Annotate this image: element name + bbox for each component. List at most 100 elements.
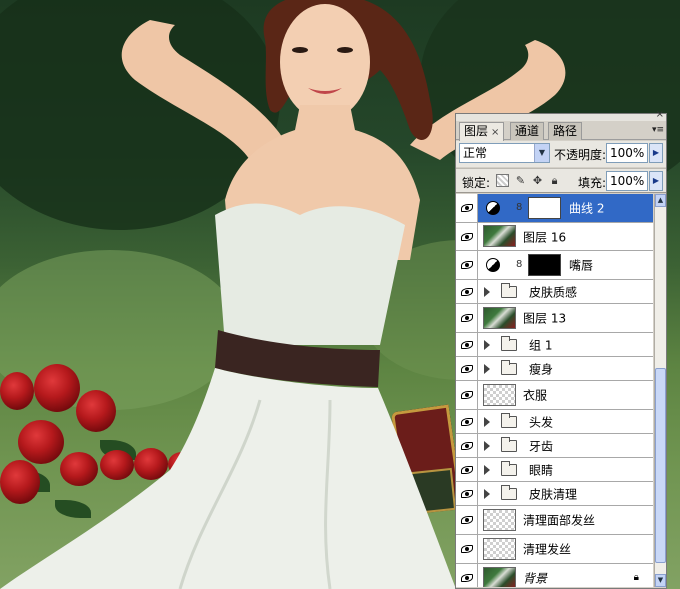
chevron-down-icon[interactable]: ▼ <box>534 144 549 162</box>
all-lock-icon[interactable]: 🔒︎ <box>548 174 561 187</box>
layer-row[interactable]: 图层 16 <box>456 223 653 251</box>
layer-row[interactable]: 牙齿 <box>456 434 653 458</box>
link-icon[interactable]: 8 <box>516 258 522 272</box>
scroll-down-icon[interactable]: ▼ <box>655 574 666 587</box>
layer-row[interactable]: 清理面部发丝 <box>456 506 653 535</box>
layer-row[interactable]: 🔒︎ 背景 <box>456 564 653 587</box>
layer-row[interactable]: 清理发丝 <box>456 535 653 564</box>
layer-list: 8 曲线 2 图层 16 8 嘴唇 皮肤质感 图层 13 组 1 瘦身 衣服 头发 牙齿 眼睛 皮肤清理清… <box>456 194 653 587</box>
expand-triangle-icon[interactable] <box>484 416 490 427</box>
layer-name: 背景 <box>523 571 548 586</box>
layer-row[interactable]: 组 1 <box>456 333 653 357</box>
tab-close-icon[interactable]: × <box>491 127 499 138</box>
eye-icon[interactable] <box>461 489 473 498</box>
eye-icon[interactable] <box>461 261 473 269</box>
layer-row[interactable]: 皮肤清理 <box>456 482 653 506</box>
layer-list-scrollbar[interactable]: ▲ ▼ <box>654 194 666 587</box>
visibility-toggle[interactable] <box>456 304 478 332</box>
eye-icon[interactable] <box>461 465 473 474</box>
eye-icon[interactable] <box>461 232 473 241</box>
layer-row[interactable]: 眼睛 <box>456 458 653 482</box>
panel-tabs: 图层 × 通道 路径 ▾≡ <box>456 121 666 141</box>
eye-icon[interactable] <box>461 516 473 524</box>
layers-panel: × 图层 × 通道 路径 ▾≡ 正常 ▼ 不透明度: 100% ▶ 锁定: ✎ ✥… <box>455 110 667 589</box>
transparency-lock-icon[interactable] <box>496 174 509 187</box>
eye-icon[interactable] <box>461 417 473 426</box>
visibility-toggle[interactable] <box>456 506 478 534</box>
eye-icon[interactable] <box>461 314 473 322</box>
visibility-toggle[interactable] <box>456 280 478 303</box>
layer-row[interactable]: 图层 13 <box>456 304 653 333</box>
visibility-toggle[interactable] <box>456 434 478 457</box>
visibility-toggle[interactable] <box>456 410 478 433</box>
expand-triangle-icon[interactable] <box>484 339 490 350</box>
layer-thumbnail[interactable] <box>483 509 516 531</box>
visibility-toggle[interactable] <box>456 381 478 409</box>
opacity-stepper-icon[interactable]: ▶ <box>649 143 663 163</box>
layer-name: 嘴唇 <box>569 258 594 273</box>
opacity-label: 不透明度: <box>554 148 607 162</box>
layer-name: 牙齿 <box>529 439 554 453</box>
eye-icon[interactable] <box>461 574 473 582</box>
visibility-toggle[interactable] <box>456 535 478 563</box>
eye-icon[interactable] <box>461 441 473 450</box>
blend-mode-value: 正常 <box>463 146 488 160</box>
left-arm <box>121 20 290 160</box>
layer-row[interactable]: 皮肤质感 <box>456 280 653 304</box>
folder-icon <box>501 359 517 375</box>
layer-row[interactable]: 8 嘴唇 <box>456 251 653 280</box>
tab-channels[interactable]: 通道 <box>510 122 545 140</box>
layer-thumbnail[interactable] <box>483 225 516 247</box>
layer-thumbnail[interactable] <box>483 307 516 329</box>
panel-menu-icon[interactable]: ▾≡ <box>652 125 664 135</box>
panel-titlebar[interactable]: × <box>456 110 666 121</box>
move-lock-icon[interactable]: ✥ <box>531 174 544 187</box>
layer-mask-thumbnail[interactable] <box>528 254 561 276</box>
tab-layers[interactable]: 图层 × <box>459 122 505 141</box>
visibility-toggle[interactable] <box>456 357 478 380</box>
fill-input[interactable]: 100% <box>606 171 648 191</box>
expand-triangle-icon[interactable] <box>484 286 490 297</box>
tab-channels-label: 通道 <box>515 124 540 138</box>
layer-mask-thumbnail[interactable] <box>528 197 561 219</box>
eye-icon[interactable] <box>461 391 473 399</box>
eye-icon[interactable] <box>461 364 473 373</box>
layer-name: 头发 <box>529 415 554 429</box>
tab-paths[interactable]: 路径 <box>548 122 583 140</box>
face <box>280 4 370 120</box>
layer-thumbnail[interactable] <box>483 538 516 560</box>
folder-icon <box>501 484 517 500</box>
close-icon[interactable]: × <box>656 110 664 120</box>
visibility-toggle[interactable] <box>456 458 478 481</box>
layer-name: 组 1 <box>529 338 553 352</box>
visibility-toggle[interactable] <box>456 194 478 222</box>
visibility-toggle[interactable] <box>456 482 478 505</box>
eye-icon[interactable] <box>461 287 473 296</box>
expand-triangle-icon[interactable] <box>484 464 490 475</box>
folder-icon <box>501 436 517 452</box>
layer-row[interactable]: 8 曲线 2 <box>456 194 653 223</box>
expand-triangle-icon[interactable] <box>484 440 490 451</box>
link-icon[interactable]: 8 <box>516 201 522 215</box>
paint-lock-icon[interactable]: ✎ <box>514 174 527 187</box>
layer-thumbnail[interactable] <box>483 567 516 587</box>
eye-icon[interactable] <box>461 545 473 553</box>
layer-row[interactable]: 头发 <box>456 410 653 434</box>
opacity-input[interactable]: 100% <box>606 143 648 163</box>
scroll-up-icon[interactable]: ▲ <box>655 194 666 207</box>
visibility-toggle[interactable] <box>456 333 478 356</box>
fill-stepper-icon[interactable]: ▶ <box>649 171 663 191</box>
eye-icon[interactable] <box>461 340 473 349</box>
visibility-toggle[interactable] <box>456 564 478 587</box>
layer-row[interactable]: 瘦身 <box>456 357 653 381</box>
scrollbar-thumb[interactable] <box>655 368 666 563</box>
layer-thumbnail[interactable] <box>483 384 516 406</box>
blend-mode-select[interactable]: 正常 ▼ <box>459 143 550 163</box>
eye-icon[interactable] <box>461 204 473 212</box>
layer-row[interactable]: 衣服 <box>456 381 653 410</box>
layer-name: 皮肤质感 <box>529 285 578 299</box>
visibility-toggle[interactable] <box>456 223 478 250</box>
expand-triangle-icon[interactable] <box>484 363 490 374</box>
expand-triangle-icon[interactable] <box>484 488 490 499</box>
visibility-toggle[interactable] <box>456 251 478 279</box>
